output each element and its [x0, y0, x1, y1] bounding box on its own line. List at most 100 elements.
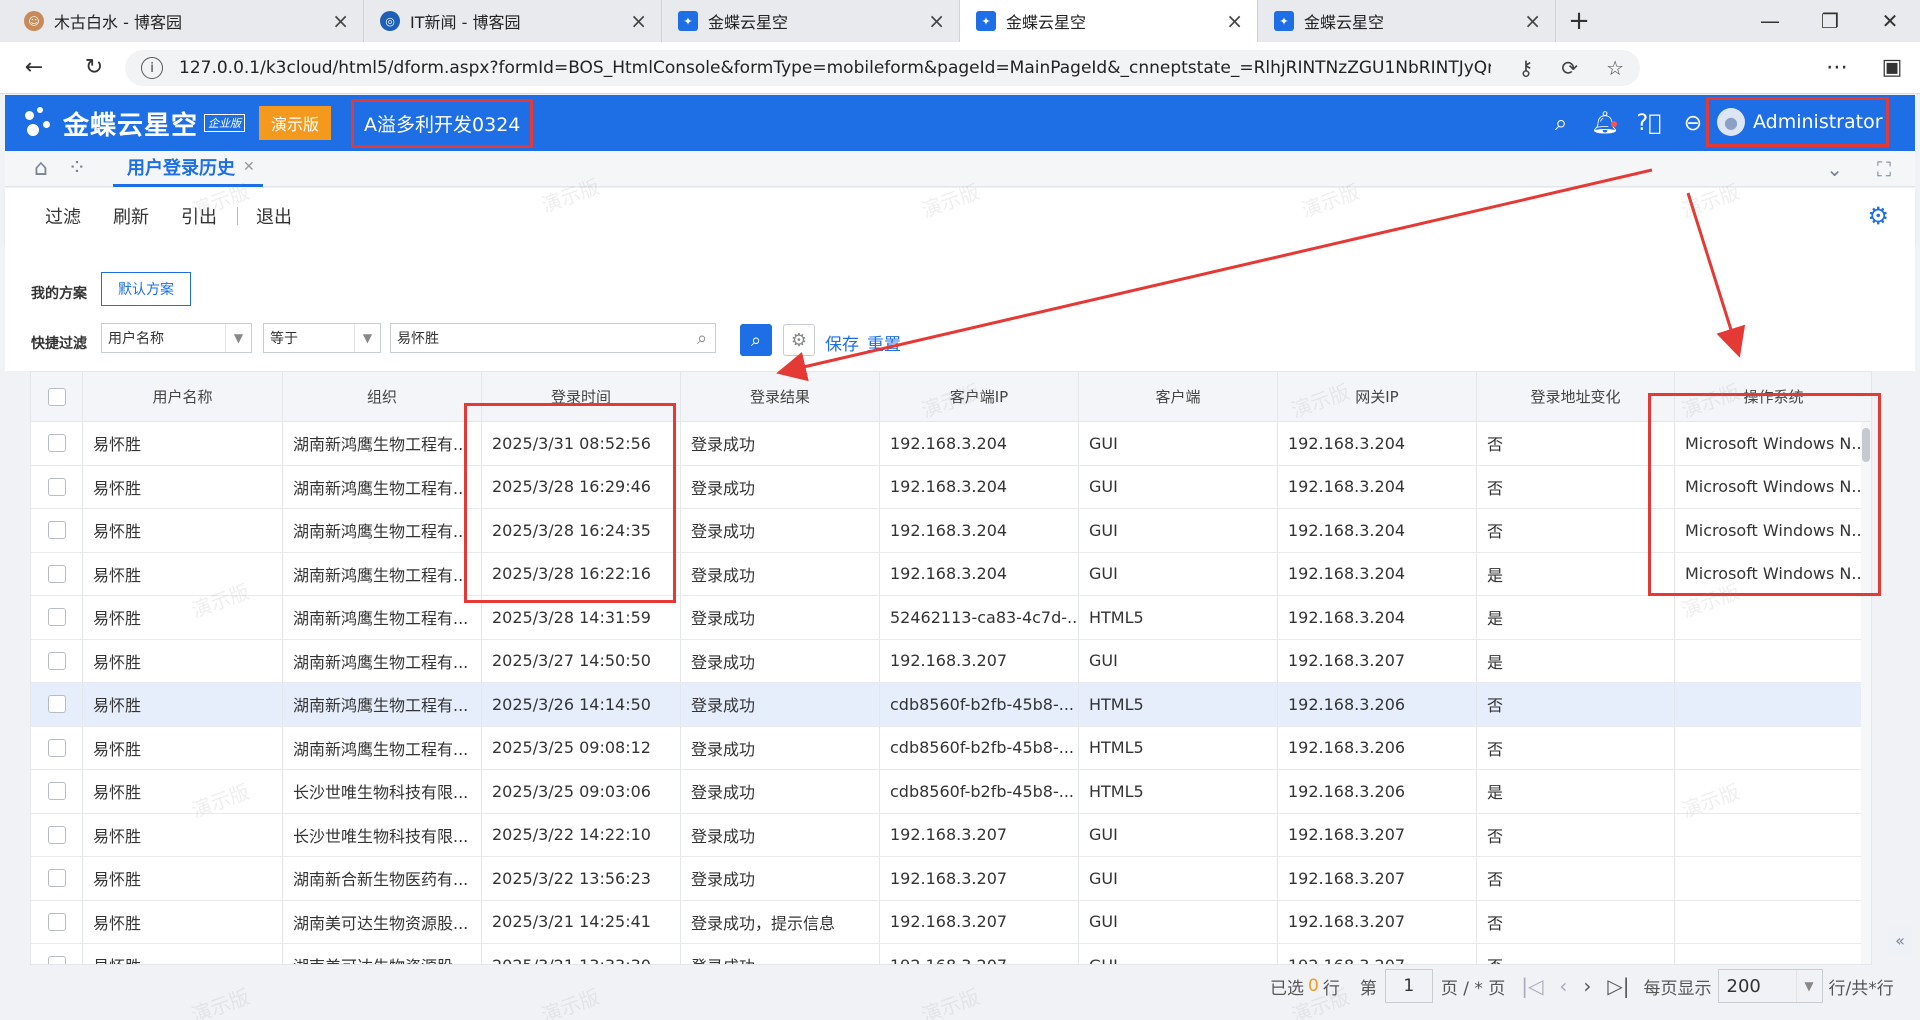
chevron-down-icon[interactable]: ▼	[1795, 970, 1822, 1002]
row-checkbox[interactable]	[31, 683, 83, 726]
row-checkbox[interactable]	[31, 552, 83, 595]
chevron-down-icon[interactable]: ⌄	[1826, 157, 1843, 181]
org-name[interactable]: A溢多利开发0324	[351, 98, 534, 148]
reload-button[interactable]: ↻	[72, 46, 116, 90]
chevron-down-icon[interactable]: ▼	[354, 324, 380, 352]
exit-button[interactable]: 退出	[256, 203, 292, 229]
minimize-button[interactable]: —	[1740, 0, 1800, 42]
filter-operator-select[interactable]: 等于 ▼	[263, 323, 381, 353]
row-checkbox[interactable]	[31, 465, 83, 508]
first-page-icon[interactable]: |◁	[1521, 974, 1543, 998]
chevron-down-icon[interactable]: ▼	[225, 324, 251, 352]
col-header[interactable]: 登录结果	[681, 372, 880, 421]
next-page-icon[interactable]: ›	[1583, 974, 1591, 998]
url-field[interactable]: i 127.0.0.1/k3cloud/html5/dform.aspx?for…	[125, 50, 1640, 86]
tab-label: 用户登录历史	[127, 158, 235, 179]
close-icon[interactable]: ×	[332, 9, 349, 33]
key-icon[interactable]: ⚷	[1519, 56, 1534, 80]
table-row[interactable]: 易怀胜 湖南新鸿鹰生物工程有... 2025/3/31 08:52:56 登录成功 19…	[31, 422, 1871, 466]
gear-icon[interactable]: ⚙	[1867, 202, 1889, 230]
browser-tab-1[interactable]: ◎ IT新闻 - 博客园 ×	[364, 0, 662, 42]
table-row[interactable]: 易怀胜 湖南新鸿鹰生物工程有... 2025/3/25 09:08:12 登录成功 cd…	[31, 726, 1871, 770]
col-header[interactable]: 网关IP	[1278, 372, 1477, 421]
filter-button[interactable]: 过滤	[45, 203, 81, 229]
filter-settings-button[interactable]: ⚙	[783, 324, 815, 356]
table-row[interactable]: 易怀胜 湖南新鸿鹰生物工程有... 2025/3/28 16:29:46 登录成功 19…	[31, 465, 1871, 509]
new-tab-button[interactable]: +	[1556, 0, 1602, 42]
col-header[interactable]: 组织	[283, 372, 482, 421]
per-page-select[interactable]: 200 ▼	[1717, 969, 1823, 1003]
row-checkbox[interactable]	[31, 596, 83, 639]
maximize-button[interactable]: ❐	[1800, 0, 1860, 42]
default-scheme-button[interactable]: 默认方案	[101, 272, 191, 306]
table-row[interactable]: 易怀胜 湖南新鸿鹰生物工程有... 2025/3/27 14:50:50 登录成功 19…	[31, 639, 1871, 683]
close-icon[interactable]: ×	[1524, 9, 1541, 33]
read-aloud-icon[interactable]: ⟳	[1561, 56, 1578, 80]
table-row[interactable]: 易怀胜 湖南新鸿鹰生物工程有... 2025/3/28 16:24:35 登录成功 19…	[31, 509, 1871, 553]
table-row[interactable]: 易怀胜 湖南新鸿鹰生物工程有... 2025/3/28 16:22:16 登录成功 19…	[31, 552, 1871, 596]
search-button[interactable]: ⌕	[740, 324, 772, 356]
close-icon[interactable]: ✕	[243, 159, 255, 175]
row-checkbox[interactable]	[31, 422, 83, 465]
browser-tab-4[interactable]: ✦ 金蝶云星空 ×	[1258, 0, 1556, 42]
table-cell: 192.168.3.207	[880, 944, 1079, 964]
row-checkbox[interactable]	[31, 900, 83, 943]
browser-tab-3[interactable]: ✦ 金蝶云星空 ×	[960, 0, 1258, 42]
browser-tab-0[interactable]: ☺ 木古白水 - 博客园 ×	[8, 0, 364, 42]
table-row[interactable]: 易怀胜 湖南新鸿鹰生物工程有... 2025/3/28 14:31:59 登录成功 52…	[31, 596, 1871, 640]
apps-grid-icon[interactable]: ⁘	[59, 156, 95, 181]
table-row[interactable]: 易怀胜 长沙世唯生物科技有限... 2025/3/22 14:22:10 登录成功 19…	[31, 813, 1871, 857]
collapse-panel-icon[interactable]: «	[1888, 925, 1912, 955]
row-checkbox[interactable]	[31, 813, 83, 856]
home-icon[interactable]: ⌂	[23, 156, 59, 181]
filter-field-select[interactable]: 用户名称 ▼	[101, 323, 252, 353]
search-icon[interactable]: ⌕	[689, 324, 715, 352]
table-row[interactable]: 易怀胜 长沙世唯生物科技有限... 2025/3/25 09:03:06 登录成功 cd…	[31, 770, 1871, 814]
tab-user-login-history[interactable]: 用户登录历史 ✕	[113, 151, 263, 187]
row-checkbox[interactable]	[31, 726, 83, 769]
back-button[interactable]: ←	[12, 46, 56, 90]
col-header[interactable]: 客户端	[1079, 372, 1278, 421]
row-checkbox[interactable]	[31, 857, 83, 900]
filter-value-input[interactable]: 易怀胜 ⌕	[390, 323, 716, 353]
close-window-button[interactable]: ✕	[1860, 0, 1920, 42]
user-menu[interactable]: ● Administrator	[1706, 97, 1889, 147]
table-cell: 192.168.3.207	[880, 813, 1079, 856]
select-all-checkbox[interactable]	[31, 372, 83, 421]
row-checkbox[interactable]	[31, 509, 83, 552]
page-tabs: ⌂ ⁘ 用户登录历史 ✕ ⌄ ⛶	[5, 151, 1915, 187]
col-header[interactable]: 登录地址变化	[1477, 372, 1675, 421]
close-icon[interactable]: ×	[928, 9, 945, 33]
more-menu-icon[interactable]: ⋯	[1815, 46, 1859, 90]
table-cell: 否	[1477, 422, 1675, 465]
help-icon[interactable]: ?⃝	[1627, 111, 1671, 136]
refresh-button[interactable]: 刷新	[113, 203, 149, 229]
star-icon[interactable]: ☆	[1606, 56, 1624, 80]
watermark-text: 演示版	[538, 984, 603, 1020]
row-checkbox[interactable]	[31, 944, 83, 964]
info-icon[interactable]: i	[141, 57, 163, 79]
table-row[interactable]: 易怀胜 湖南美可达生物资源股... 2025/3/21 14:25:41 登录成功，提…	[31, 900, 1871, 944]
table-row[interactable]: 易怀胜 湖南新合新生物医药有... 2025/3/22 13:56:23 登录成功 19…	[31, 857, 1871, 901]
export-button[interactable]: 引出	[181, 203, 217, 229]
col-header[interactable]: 客户端IP	[880, 372, 1079, 421]
row-checkbox[interactable]	[31, 639, 83, 682]
close-icon[interactable]: ×	[1226, 9, 1243, 33]
search-icon[interactable]: ⌕	[1539, 111, 1583, 136]
col-header[interactable]: 用户名称	[83, 372, 283, 421]
table-cell: 易怀胜	[83, 552, 283, 595]
table-row[interactable]: 易怀胜湖南美可达生物资源股...2025/3/21 13:33:30登录成功19…	[31, 944, 1871, 964]
fullscreen-icon[interactable]: ⛶	[1877, 157, 1891, 181]
reset-link[interactable]: 重置	[867, 330, 901, 355]
row-checkbox[interactable]	[31, 770, 83, 813]
table-cell: 192.168.3.204	[1278, 552, 1477, 595]
browser-tab-2[interactable]: ✦ 金蝶云星空 ×	[662, 0, 960, 42]
page-number-input[interactable]: 1	[1384, 969, 1433, 1003]
sidebar-toggle-icon[interactable]: ▣	[1870, 46, 1914, 90]
close-icon[interactable]: ×	[630, 9, 647, 33]
last-page-icon[interactable]: ▷|	[1607, 974, 1629, 998]
table-row[interactable]: 易怀胜 湖南新鸿鹰生物工程有... 2025/3/26 14:14:50 登录成功 cd…	[31, 683, 1871, 727]
prev-page-icon[interactable]: ‹	[1559, 974, 1567, 998]
bell-icon[interactable]: 🔔︎	[1583, 111, 1627, 136]
save-link[interactable]: 保存	[825, 330, 859, 355]
